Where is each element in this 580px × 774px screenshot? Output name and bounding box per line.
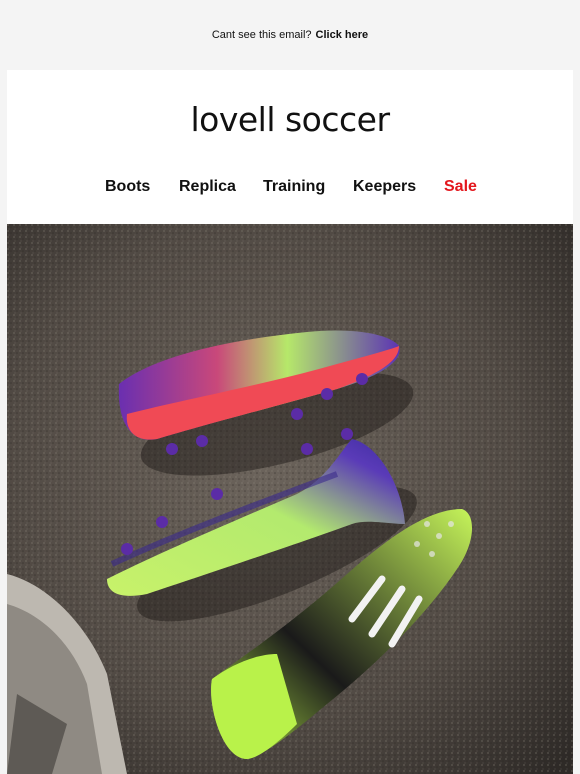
email-body: lovell soccer Boots Replica Training Kee… (7, 70, 573, 774)
brand-logo[interactable]: lovell soccer (7, 100, 573, 139)
preheader-bar: Cant see this email? Click here (0, 0, 580, 70)
nav-item-keepers[interactable]: Keepers (353, 178, 416, 196)
view-in-browser-link[interactable]: Click here (316, 29, 369, 41)
nav-item-sale[interactable]: Sale (444, 178, 477, 196)
preheader-text: Cant see this email? (211, 29, 312, 41)
hero-image[interactable] (7, 224, 573, 774)
main-nav: Boots Replica Training Keepers Sale (7, 178, 573, 200)
nav-item-replica[interactable]: Replica (179, 178, 236, 196)
nav-item-training[interactable]: Training (263, 178, 325, 196)
nav-item-boots[interactable]: Boots (105, 178, 150, 196)
